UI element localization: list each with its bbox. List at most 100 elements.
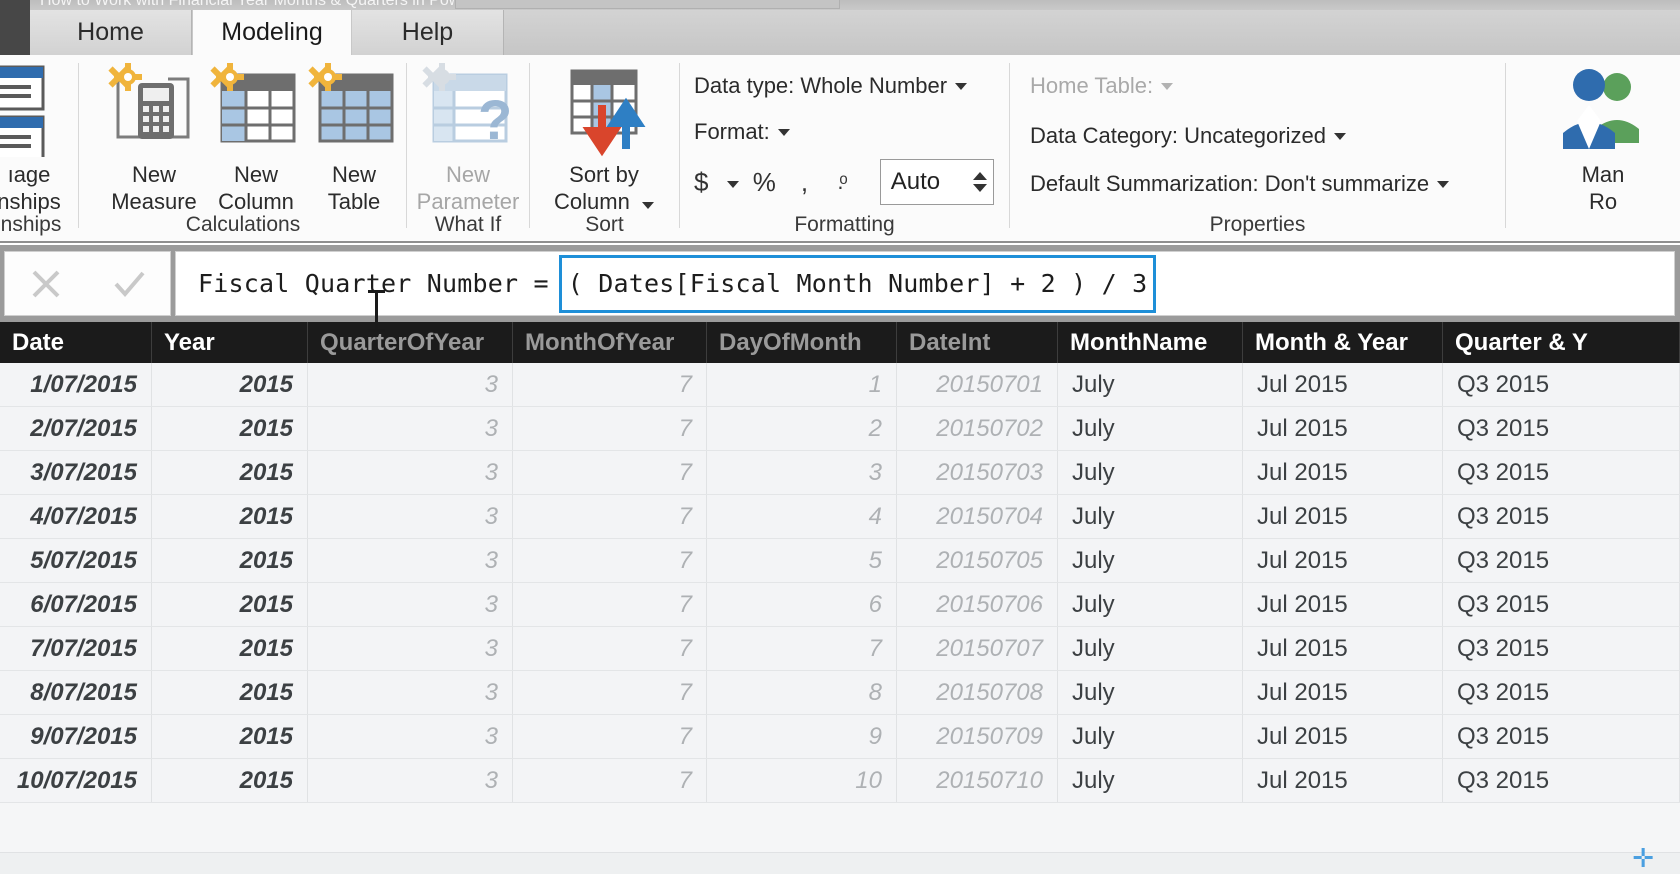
- table-cell[interactable]: Jul 2015: [1243, 715, 1443, 758]
- table-cell[interactable]: 2015: [152, 759, 308, 802]
- table-cell[interactable]: 7: [513, 451, 707, 494]
- table-cell[interactable]: Q3 2015: [1443, 407, 1680, 450]
- manage-roles-button[interactable]: Man Ro: [1528, 61, 1678, 216]
- table-cell[interactable]: Q3 2015: [1443, 671, 1680, 714]
- table-cell[interactable]: 2015: [152, 671, 308, 714]
- table-cell[interactable]: 2015: [152, 715, 308, 758]
- table-cell[interactable]: Q3 2015: [1443, 715, 1680, 758]
- table-cell[interactable]: 9: [707, 715, 897, 758]
- table-cell[interactable]: 2015: [152, 539, 308, 582]
- table-row[interactable]: 1/07/2015 2015 3 7 1 20150701 July Jul 2015 Q3 2…: [0, 363, 1680, 407]
- table-cell[interactable]: 20150708: [897, 671, 1058, 714]
- tab-help[interactable]: Help: [352, 10, 504, 55]
- table-cell[interactable]: 7: [513, 627, 707, 670]
- table-row[interactable]: 5/07/2015 2015 3 7 5 20150705 July Jul 2015 Q3 2…: [0, 539, 1680, 583]
- grid-header-cell[interactable]: DayOfMonth: [707, 322, 897, 363]
- table-cell[interactable]: 7: [513, 715, 707, 758]
- stepper-arrows[interactable]: [973, 172, 987, 192]
- table-cell[interactable]: 20150702: [897, 407, 1058, 450]
- table-row[interactable]: 7/07/2015 2015 3 7 7 20150707 July Jul 2015 Q3 2…: [0, 627, 1680, 671]
- table-cell[interactable]: 20150707: [897, 627, 1058, 670]
- table-cell[interactable]: 20150709: [897, 715, 1058, 758]
- table-cell[interactable]: 7: [707, 627, 897, 670]
- table-cell[interactable]: Q3 2015: [1443, 539, 1680, 582]
- table-cell[interactable]: July: [1058, 363, 1243, 406]
- table-cell[interactable]: 1/07/2015: [0, 363, 152, 406]
- table-row[interactable]: 8/07/2015 2015 3 7 8 20150708 July Jul 2015 Q3 2…: [0, 671, 1680, 715]
- table-cell[interactable]: 5: [707, 539, 897, 582]
- table-cell[interactable]: 6: [707, 583, 897, 626]
- table-cell[interactable]: 3: [308, 627, 513, 670]
- table-cell[interactable]: July: [1058, 451, 1243, 494]
- formula-input[interactable]: Fiscal Quarter Number = ( Dates[Fiscal M…: [175, 251, 1675, 316]
- table-cell[interactable]: 20150701: [897, 363, 1058, 406]
- chevron-down-icon[interactable]: [641, 201, 654, 209]
- grid-header-cell[interactable]: MonthName: [1058, 322, 1243, 363]
- app-icon[interactable]: [0, 0, 30, 10]
- table-cell[interactable]: 4/07/2015: [0, 495, 152, 538]
- formula-expression-highlight[interactable]: ( Dates[Fiscal Month Number] + 2 ) / 3: [558, 254, 1157, 313]
- table-cell[interactable]: 20150705: [897, 539, 1058, 582]
- check-icon[interactable]: [109, 264, 149, 304]
- table-cell[interactable]: Q3 2015: [1443, 627, 1680, 670]
- table-cell[interactable]: 8/07/2015: [0, 671, 152, 714]
- table-cell[interactable]: July: [1058, 627, 1243, 670]
- table-cell[interactable]: July: [1058, 583, 1243, 626]
- data-type-dropdown[interactable]: Data type: Whole Number: [694, 73, 968, 99]
- table-cell[interactable]: Jul 2015: [1243, 495, 1443, 538]
- grid-header-cell[interactable]: Date: [0, 322, 152, 363]
- table-cell[interactable]: 7: [513, 759, 707, 802]
- grid-header-cell[interactable]: Month & Year: [1243, 322, 1443, 363]
- table-cell[interactable]: July: [1058, 715, 1243, 758]
- table-cell[interactable]: 2015: [152, 583, 308, 626]
- table-cell[interactable]: 3: [308, 363, 513, 406]
- currency-format-button[interactable]: $: [694, 167, 727, 198]
- table-cell[interactable]: 7/07/2015: [0, 627, 152, 670]
- format-dropdown[interactable]: Format:: [694, 119, 790, 145]
- table-row[interactable]: 10/07/2015 2015 3 7 10 20150710 July Jul 2015 Q3…: [0, 759, 1680, 803]
- table-cell[interactable]: 9/07/2015: [0, 715, 152, 758]
- grid-header-cell[interactable]: Year: [152, 322, 308, 363]
- decimal-places-stepper[interactable]: Auto: [879, 159, 994, 205]
- decimal-places-icon[interactable]: .ͦ: [837, 169, 879, 195]
- table-cell[interactable]: Q3 2015: [1443, 495, 1680, 538]
- table-cell[interactable]: 7: [513, 407, 707, 450]
- table-row[interactable]: 6/07/2015 2015 3 7 6 20150706 July Jul 2015 Q3 2…: [0, 583, 1680, 627]
- table-cell[interactable]: Q3 2015: [1443, 451, 1680, 494]
- table-cell[interactable]: 3: [308, 583, 513, 626]
- table-cell[interactable]: 8: [707, 671, 897, 714]
- table-row[interactable]: 9/07/2015 2015 3 7 9 20150709 July Jul 2015 Q3 2…: [0, 715, 1680, 759]
- sort-by-column-button[interactable]: Sort by Column: [544, 61, 664, 216]
- table-cell[interactable]: Jul 2015: [1243, 759, 1443, 802]
- home-table-dropdown[interactable]: Home Table:: [1030, 73, 1174, 99]
- table-cell[interactable]: 2015: [152, 407, 308, 450]
- table-cell[interactable]: 3: [308, 451, 513, 494]
- table-cell[interactable]: Jul 2015: [1243, 451, 1443, 494]
- chevron-down-icon[interactable]: [726, 180, 739, 188]
- table-row[interactable]: 3/07/2015 2015 3 7 3 20150703 July Jul 2015 Q3 2…: [0, 451, 1680, 495]
- grid-header-cell[interactable]: DateInt: [897, 322, 1058, 363]
- table-cell[interactable]: 7: [513, 495, 707, 538]
- table-cell[interactable]: Q3 2015: [1443, 583, 1680, 626]
- table-cell[interactable]: Jul 2015: [1243, 363, 1443, 406]
- table-cell[interactable]: 2015: [152, 627, 308, 670]
- close-icon[interactable]: [26, 264, 66, 304]
- table-cell[interactable]: 2015: [152, 495, 308, 538]
- table-cell[interactable]: July: [1058, 759, 1243, 802]
- tab-home[interactable]: Home: [30, 10, 192, 55]
- tab-modeling[interactable]: Modeling: [192, 10, 352, 55]
- table-cell[interactable]: 7: [513, 363, 707, 406]
- file-menu-button[interactable]: [0, 10, 30, 55]
- table-cell[interactable]: 2/07/2015: [0, 407, 152, 450]
- table-cell[interactable]: 20150706: [897, 583, 1058, 626]
- thousands-separator-button[interactable]: ,: [801, 167, 838, 198]
- table-cell[interactable]: July: [1058, 539, 1243, 582]
- table-cell[interactable]: 2015: [152, 363, 308, 406]
- table-cell[interactable]: 10/07/2015: [0, 759, 152, 802]
- table-cell[interactable]: 3: [707, 451, 897, 494]
- table-cell[interactable]: 3: [308, 539, 513, 582]
- table-cell[interactable]: 3: [308, 759, 513, 802]
- table-cell[interactable]: 7: [513, 539, 707, 582]
- table-cell[interactable]: 3: [308, 407, 513, 450]
- table-cell[interactable]: July: [1058, 671, 1243, 714]
